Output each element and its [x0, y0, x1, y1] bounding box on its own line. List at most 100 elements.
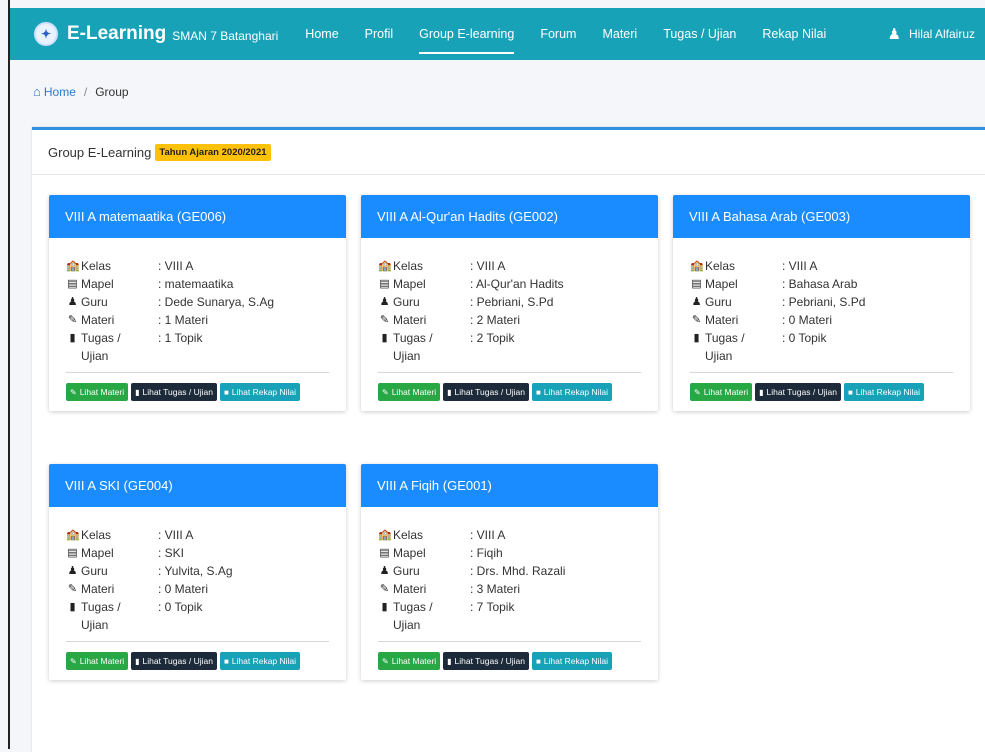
- group-card-title: VIII A Fiqih (GE001): [361, 464, 658, 507]
- view-materi-button[interactable]: ✎ Lihat Materi: [66, 383, 129, 401]
- kelas-label: Kelas: [393, 259, 424, 273]
- bookmark-icon: ▮: [135, 387, 140, 397]
- guru-value: : Pebriani, S.Pd: [470, 295, 554, 309]
- view-materi-button[interactable]: ✎ Lihat Materi: [690, 383, 753, 401]
- nav-tugas-ujian[interactable]: Tugas / Ujian: [650, 8, 749, 60]
- group-card-title: VIII A Bahasa Arab (GE003): [673, 195, 970, 238]
- nav-materi[interactable]: Materi: [589, 8, 650, 60]
- group-panel: Group E-Learning Tahun Ajaran 2020/2021 …: [32, 127, 985, 752]
- group-card-title: VIII A SKI (GE004): [49, 464, 346, 507]
- teacher-icon: ♟: [67, 565, 78, 577]
- breadcrumb-separator: /: [83, 84, 88, 99]
- view-materi-label: Lihat Materi: [391, 656, 437, 666]
- edit-icon: ✎: [70, 387, 77, 397]
- mapel-label: Mapel: [705, 277, 738, 291]
- guru-value: : Dede Sunarya, S.Ag: [158, 295, 275, 309]
- view-tugas-label: Lihat Tugas / Ujian: [454, 387, 525, 397]
- view-rekap-label: Lihat Rekap Nilai: [543, 656, 609, 666]
- mapel-value: : matemaatika: [158, 277, 234, 291]
- edit-icon: ✎: [67, 583, 78, 595]
- home-icon: ⌂: [33, 84, 41, 99]
- materi-value: : 1 Materi: [158, 313, 209, 327]
- materi-label: Materi: [393, 313, 427, 327]
- view-tugas-label: Lihat Tugas / Ujian: [766, 387, 837, 397]
- teacher-icon: ♟: [67, 296, 78, 308]
- guru-label: Guru: [393, 564, 420, 578]
- view-tugas-label: Lihat Tugas / Ujian: [142, 656, 213, 666]
- view-tugas-button[interactable]: ▮ Lihat Tugas / Ujian: [443, 652, 529, 670]
- breadcrumb-current: Group: [95, 84, 129, 99]
- bookmark-icon: ▮: [693, 332, 700, 344]
- user-name: Hilal Alfairuz: [908, 27, 975, 41]
- school-icon: 🏫: [378, 529, 392, 541]
- breadcrumb-home-label: Home: [43, 84, 76, 99]
- clipboard-icon: ■: [535, 656, 541, 666]
- view-rekap-button[interactable]: ■ Lihat Rekap Nilai: [843, 383, 925, 401]
- edit-icon: ✎: [694, 387, 701, 397]
- kelas-value: : VIII A: [782, 259, 818, 273]
- view-rekap-label: Lihat Rekap Nilai: [231, 387, 297, 397]
- view-materi-label: Lihat Materi: [703, 387, 749, 397]
- kelas-value: : VIII A: [158, 259, 194, 273]
- panel-header: Group E-Learning Tahun Ajaran 2020/2021: [32, 130, 985, 175]
- guru-value: : Drs. Mhd. Razali: [470, 564, 566, 578]
- tugas-value: : 0 Topik: [158, 600, 203, 614]
- bookmark-icon: ▮: [381, 601, 388, 613]
- view-rekap-label: Lihat Rekap Nilai: [855, 387, 921, 397]
- group-card: VIII A Al-Qur'an Hadits (GE002) 🏫 Kelas: …: [361, 195, 658, 411]
- group-card: VIII A matemaatika (GE006) 🏫 Kelas: VIII …: [49, 195, 346, 411]
- view-rekap-button[interactable]: ■ Lihat Rekap Nilai: [531, 652, 613, 670]
- nav-home[interactable]: Home: [292, 8, 351, 60]
- view-materi-button[interactable]: ✎ Lihat Materi: [66, 652, 129, 670]
- materi-value: : 3 Materi: [470, 582, 521, 596]
- group-card-title: VIII A matemaatika (GE006): [49, 195, 346, 238]
- view-rekap-label: Lihat Rekap Nilai: [231, 656, 297, 666]
- view-materi-button[interactable]: ✎ Lihat Materi: [378, 383, 441, 401]
- teacher-icon: ♟: [379, 296, 390, 308]
- bookmark-icon: ▮: [381, 332, 388, 344]
- school-name: SMAN 7 Batanghari: [172, 28, 279, 43]
- book-icon: ▤: [67, 547, 78, 559]
- brand[interactable]: ✦ E-Learning SMAN 7 Batanghari: [34, 22, 278, 46]
- edit-icon: ✎: [67, 314, 78, 326]
- view-rekap-button[interactable]: ■ Lihat Rekap Nilai: [219, 383, 301, 401]
- view-materi-button[interactable]: ✎ Lihat Materi: [378, 652, 441, 670]
- guru-value: : Yulvita, S.Ag: [158, 564, 233, 578]
- view-tugas-button[interactable]: ▮ Lihat Tugas / Ujian: [443, 383, 529, 401]
- bookmark-icon: ▮: [135, 656, 140, 666]
- view-materi-label: Lihat Materi: [79, 656, 125, 666]
- tugas-label: Tugas / Ujian: [81, 331, 121, 363]
- guru-label: Guru: [393, 295, 420, 309]
- book-icon: ▤: [691, 278, 702, 290]
- view-rekap-button[interactable]: ■ Lihat Rekap Nilai: [219, 652, 301, 670]
- view-tugas-button[interactable]: ▮ Lihat Tugas / Ujian: [131, 652, 217, 670]
- top-navbar: ✦ E-Learning SMAN 7 Batanghari Home Prof…: [10, 8, 985, 60]
- tugas-label: Tugas / Ujian: [393, 331, 433, 363]
- nav-profil[interactable]: Profil: [352, 8, 406, 60]
- kelas-label: Kelas: [393, 528, 424, 542]
- group-card: VIII A Fiqih (GE001) 🏫 Kelas: VIII A ▤ Map…: [361, 464, 658, 680]
- nav-rekap-nilai[interactable]: Rekap Nilai: [749, 8, 839, 60]
- view-rekap-label: Lihat Rekap Nilai: [543, 387, 609, 397]
- book-icon: ▤: [67, 278, 78, 290]
- view-tugas-button[interactable]: ▮ Lihat Tugas / Ujian: [131, 383, 217, 401]
- edit-icon: ✎: [379, 314, 390, 326]
- book-icon: ▤: [379, 547, 390, 559]
- nav-group-elearning[interactable]: Group E-learning: [406, 8, 527, 60]
- edit-icon: ✎: [379, 583, 390, 595]
- mapel-label: Mapel: [81, 546, 114, 560]
- view-tugas-button[interactable]: ▮ Lihat Tugas / Ujian: [755, 383, 841, 401]
- user-menu[interactable]: ♟ Hilal Alfairuz: [888, 25, 985, 43]
- view-rekap-button[interactable]: ■ Lihat Rekap Nilai: [531, 383, 613, 401]
- breadcrumb: ⌂ Home / Group: [33, 84, 129, 99]
- breadcrumb-home[interactable]: ⌂ Home: [33, 84, 76, 99]
- divider: [378, 372, 641, 373]
- materi-value: : 2 Materi: [470, 313, 521, 327]
- group-card-title: VIII A Al-Qur'an Hadits (GE002): [361, 195, 658, 238]
- materi-label: Materi: [81, 582, 115, 596]
- nav-forum[interactable]: Forum: [527, 8, 589, 60]
- mapel-value: : Bahasa Arab: [782, 277, 858, 291]
- mapel-value: : Al-Qur'an Hadits: [470, 277, 564, 291]
- school-icon: 🏫: [66, 529, 80, 541]
- view-tugas-label: Lihat Tugas / Ujian: [142, 387, 213, 397]
